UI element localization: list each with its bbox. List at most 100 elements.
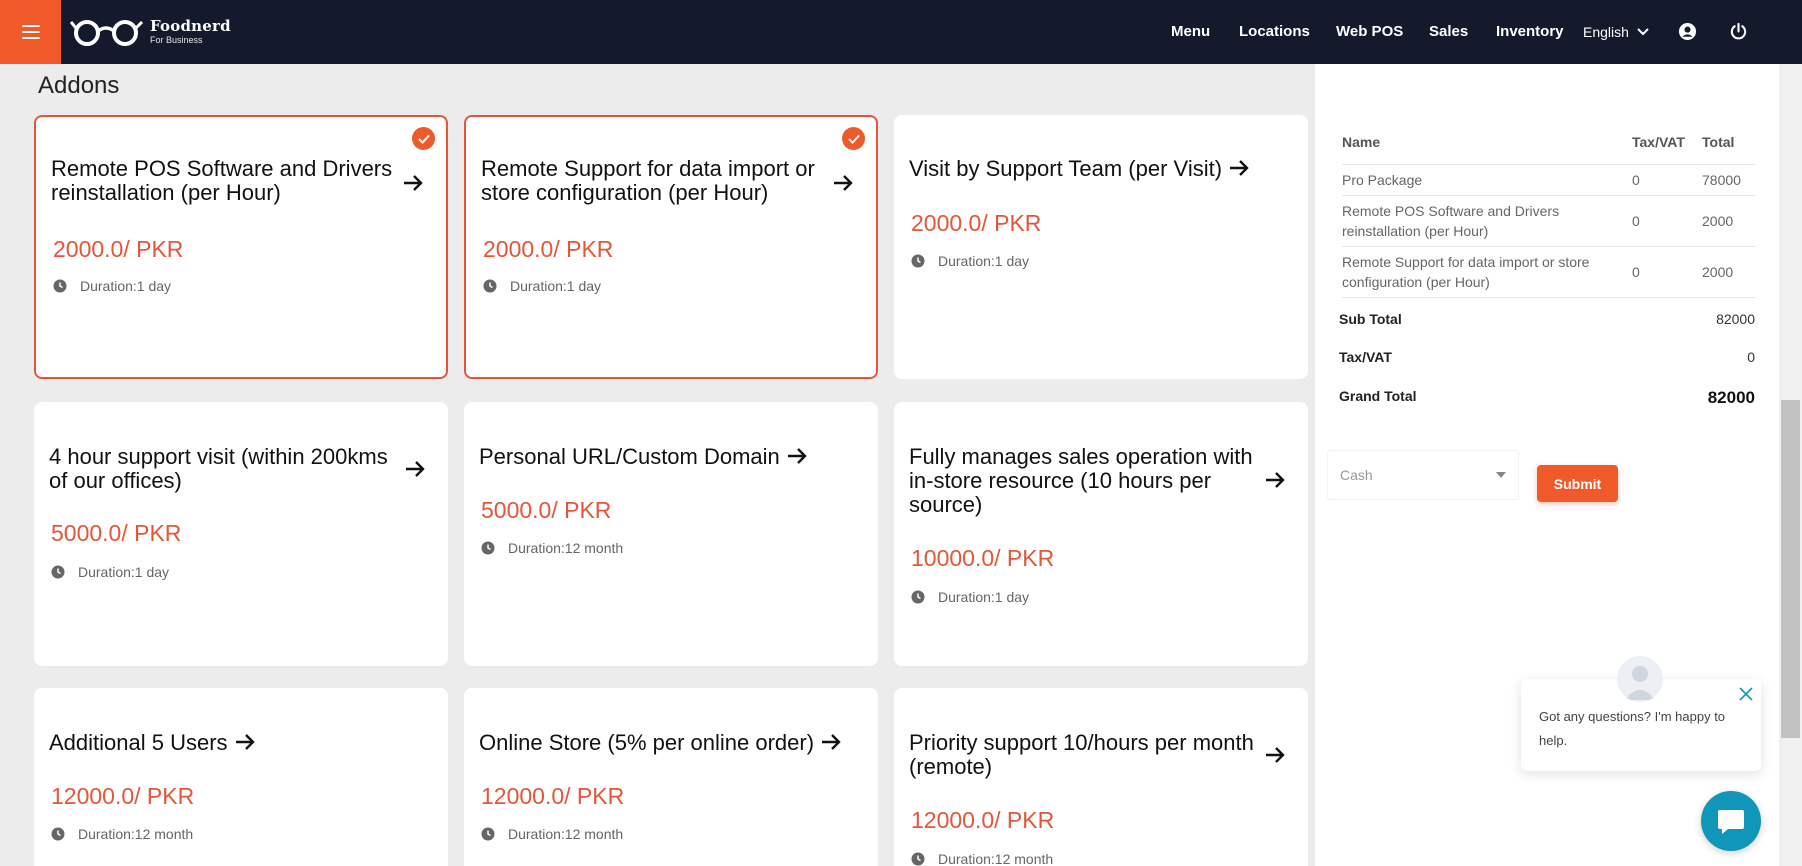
grand-total-row: Grand Total 82000	[1339, 388, 1755, 408]
addon-duration-text: Duration:1 day	[78, 564, 170, 580]
addon-title: Remote POS Software and Drivers reinstal…	[51, 156, 393, 205]
addon-title-text: Personal URL/Custom Domain	[479, 444, 780, 469]
language-selector[interactable]: English	[1583, 24, 1649, 40]
scrollbar-thumb[interactable]	[1781, 400, 1800, 738]
addon-duration: Duration:1 day	[53, 278, 171, 294]
chat-bubble-icon	[1718, 810, 1744, 834]
payment-method-placeholder: Cash	[1340, 467, 1373, 483]
addon-card[interactable]: Additional 5 Users 12000.0/ PKR Duration…	[34, 688, 448, 866]
addon-card[interactable]: Priority support 10/hours per month (rem…	[894, 688, 1308, 866]
addon-card[interactable]: Personal URL/Custom Domain 5000.0/ PKR D…	[464, 402, 878, 666]
account-button[interactable]	[1678, 22, 1697, 45]
addon-price: 10000.0/ PKR	[911, 545, 1055, 571]
close-icon[interactable]	[1739, 687, 1753, 701]
addon-duration-text: Duration:1 day	[938, 589, 1030, 605]
addon-duration-text: Duration:12 month	[508, 540, 624, 556]
column-header-name: Name	[1342, 130, 1632, 165]
chevron-down-icon	[1637, 28, 1649, 36]
addon-duration: Duration:12 month	[481, 826, 623, 842]
arrow-right-icon	[1266, 747, 1285, 763]
addon-card[interactable]: 4 hour support visit (within 200kms of o…	[34, 402, 448, 666]
addon-price: 2000.0/ PKR	[53, 236, 184, 262]
addon-duration-text: Duration:1 day	[80, 278, 172, 294]
addon-title: Fully manages sales operation with in-st…	[909, 444, 1253, 517]
logout-button[interactable]	[1729, 22, 1748, 45]
table-row: Remote POS Software and Drivers reinstal…	[1342, 195, 1755, 247]
addon-duration-text: Duration:1 day	[938, 253, 1030, 269]
arrow-right-icon	[822, 734, 841, 750]
arrow-right-icon	[404, 175, 423, 191]
row-total: 2000	[1702, 246, 1755, 298]
row-tax: 0	[1632, 246, 1702, 298]
agent-avatar	[1617, 656, 1663, 702]
column-header-tax: Tax/VAT	[1632, 130, 1702, 165]
user-circle-icon	[1678, 22, 1697, 41]
addon-price: 12000.0/ PKR	[51, 783, 195, 809]
payment-method-select[interactable]: Cash	[1327, 450, 1519, 500]
nav-menu[interactable]: Menu	[1171, 23, 1210, 40]
clock-icon	[911, 590, 925, 604]
addon-duration-text: Duration:12 month	[78, 826, 194, 842]
addon-duration: Duration:12 month	[51, 826, 193, 842]
addon-duration: Duration:1 day	[911, 253, 1029, 269]
language-label: English	[1583, 24, 1629, 40]
addon-card[interactable]: Remote Support for data import or store …	[464, 115, 878, 379]
addon-title: Visit by Support Team (per Visit)	[909, 157, 1288, 181]
submit-button[interactable]: Submit	[1537, 465, 1618, 502]
person-icon	[1625, 666, 1655, 700]
addon-card[interactable]: Online Store (5% per online order) 12000…	[464, 688, 878, 866]
addon-price: 5000.0/ PKR	[51, 520, 182, 546]
addon-duration-text: Duration:12 month	[938, 851, 1054, 866]
addon-title: 4 hour support visit (within 200kms of o…	[49, 444, 388, 493]
addon-price: 2000.0/ PKR	[911, 210, 1042, 236]
order-summary-table: Name Tax/VAT Total Pro Package 0 78000 R…	[1342, 130, 1755, 298]
check-icon	[412, 127, 435, 150]
addon-card[interactable]: Fully manages sales operation with in-st…	[894, 402, 1308, 666]
addons-title: Addons	[38, 72, 120, 99]
addon-duration: Duration:1 day	[51, 564, 169, 580]
check-icon	[842, 127, 865, 150]
sub-total-label: Sub Total	[1339, 311, 1402, 327]
clock-icon	[51, 565, 65, 579]
clock-icon	[911, 852, 925, 866]
nav-locations[interactable]: Locations	[1239, 23, 1310, 40]
clock-icon	[483, 279, 497, 293]
chat-launcher-button[interactable]	[1701, 791, 1761, 851]
addon-title-text: Visit by Support Team (per Visit)	[909, 156, 1223, 181]
addon-card[interactable]: Remote POS Software and Drivers reinstal…	[34, 115, 448, 379]
tax-row: Tax/VAT 0	[1339, 349, 1755, 365]
clock-icon	[51, 827, 65, 841]
column-header-total: Total	[1702, 130, 1755, 165]
clock-icon	[53, 279, 67, 293]
clock-icon	[481, 827, 495, 841]
addon-duration-text: Duration:1 day	[510, 278, 602, 294]
clock-icon	[911, 254, 925, 268]
row-total: 78000	[1702, 164, 1755, 196]
addon-price: 2000.0/ PKR	[483, 236, 614, 262]
nav-web-pos[interactable]: Web POS	[1336, 23, 1403, 40]
tax-label: Tax/VAT	[1339, 349, 1392, 365]
addon-price: 12000.0/ PKR	[911, 807, 1055, 833]
arrow-right-icon	[235, 734, 255, 750]
arrow-right-icon	[1230, 160, 1249, 176]
sub-total-value: 82000	[1716, 311, 1755, 327]
nav-inventory[interactable]: Inventory	[1496, 23, 1564, 40]
arrow-right-icon	[406, 461, 425, 477]
row-tax: 0	[1632, 195, 1702, 247]
chat-message: Got any questions? I'm happy to help.	[1539, 709, 1726, 748]
sub-total-row: Sub Total 82000	[1339, 311, 1755, 327]
row-name: Remote POS Software and Drivers reinstal…	[1342, 195, 1632, 247]
addon-duration-text: Duration:12 month	[508, 826, 624, 842]
addon-card[interactable]: Visit by Support Team (per Visit) 2000.0…	[894, 115, 1308, 379]
nav-sales[interactable]: Sales	[1429, 23, 1468, 40]
addon-title-text: Online Store (5% per online order)	[479, 730, 815, 755]
addon-title: Priority support 10/hours per month (rem…	[909, 730, 1254, 779]
table-row: Remote Support for data import or store …	[1342, 246, 1755, 298]
addon-duration: Duration:12 month	[481, 540, 623, 556]
addon-title: Additional 5 Users	[49, 731, 428, 755]
page-scrollbar[interactable]	[1779, 64, 1802, 866]
addon-title-text: Additional 5 Users	[49, 730, 228, 755]
addon-duration: Duration:1 day	[911, 589, 1029, 605]
clock-icon	[481, 541, 495, 555]
arrow-right-icon	[787, 448, 807, 464]
